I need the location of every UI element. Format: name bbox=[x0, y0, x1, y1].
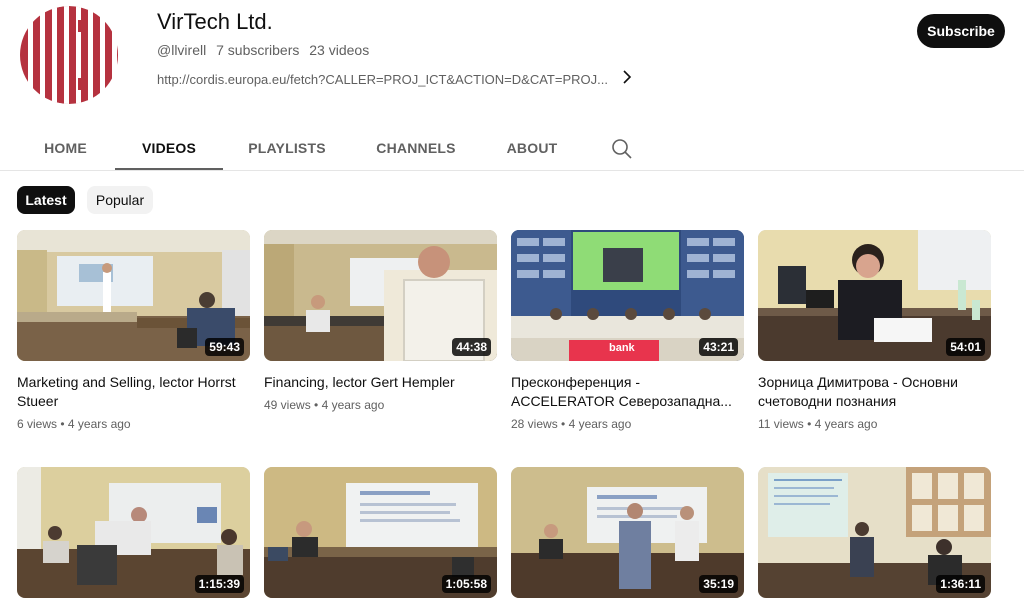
video-meta: 49 views • 4 years ago bbox=[264, 398, 385, 412]
video-thumbnail[interactable]: 54:01 bbox=[758, 230, 991, 361]
tabs-divider bbox=[0, 170, 1024, 171]
video-thumbnail[interactable]: 1:15:39 bbox=[17, 467, 250, 598]
video-title[interactable]: Пресконференция - ACCELERATOR Северозапа… bbox=[511, 373, 744, 411]
video-thumbnail[interactable]: 1:05:58 bbox=[264, 467, 497, 598]
chip-latest[interactable]: Latest bbox=[17, 186, 75, 214]
tab-home[interactable]: HOME bbox=[16, 126, 115, 170]
video-age: 4 years ago bbox=[321, 398, 385, 412]
chevron-right-icon[interactable] bbox=[622, 70, 632, 89]
video-thumbnail[interactable]: 44:38 bbox=[264, 230, 497, 361]
video-card[interactable]: 44:38 Financing, lector Gert Hempler 49 … bbox=[264, 230, 497, 414]
video-card[interactable]: 59:43 Marketing and Selling, lector Horr… bbox=[17, 230, 250, 433]
video-card[interactable]: 1:05:58 bbox=[264, 467, 497, 598]
video-title[interactable]: Зорница Димитрова - Основни счетоводни п… bbox=[758, 373, 991, 411]
video-meta: 6 views • 4 years ago bbox=[17, 417, 131, 431]
subscriber-count: 7 subscribers bbox=[216, 42, 300, 58]
video-views: 28 views bbox=[511, 417, 558, 431]
video-meta: 28 views • 4 years ago bbox=[511, 417, 632, 431]
video-thumbnail[interactable]: 1:36:11 bbox=[758, 467, 991, 598]
video-title[interactable]: Financing, lector Gert Hempler bbox=[264, 373, 497, 392]
channel-meta: @llvirell 7 subscribers 23 videos bbox=[157, 41, 369, 59]
video-age: 4 years ago bbox=[67, 417, 131, 431]
video-duration: 1:05:58 bbox=[441, 575, 491, 593]
video-views: 6 views bbox=[17, 417, 58, 431]
video-age: 4 years ago bbox=[568, 417, 632, 431]
video-title[interactable]: Marketing and Selling, lector Horrst Stu… bbox=[17, 373, 250, 411]
channel-link-text[interactable]: http://cordis.europa.eu/fetch?CALLER=PRO… bbox=[157, 71, 608, 89]
video-duration: 1:36:11 bbox=[936, 575, 985, 593]
video-thumbnail[interactable]: 59:43 bbox=[17, 230, 250, 361]
channel-avatar[interactable] bbox=[18, 6, 120, 104]
tab-playlists[interactable]: PLAYLISTS bbox=[223, 126, 351, 170]
video-duration: 43:21 bbox=[699, 338, 738, 356]
video-card[interactable]: 1:15:39 bbox=[17, 467, 250, 598]
video-card[interactable]: bank 43:21 Пресконференция - ACCELERATOR… bbox=[511, 230, 744, 433]
channel-link[interactable]: http://cordis.europa.eu/fetch?CALLER=PRO… bbox=[157, 70, 632, 89]
video-thumbnail[interactable]: 35:19 bbox=[511, 467, 744, 598]
video-duration: 54:01 bbox=[946, 338, 985, 356]
video-card[interactable]: 35:19 bbox=[511, 467, 744, 598]
tab-channels[interactable]: CHANNELS bbox=[351, 126, 481, 170]
chip-popular[interactable]: Popular bbox=[87, 186, 153, 214]
video-duration: 1:15:39 bbox=[194, 575, 244, 593]
video-views: 11 views bbox=[758, 417, 804, 431]
video-card[interactable]: 1:36:11 bbox=[758, 467, 991, 598]
channel-tabs: HOME VIDEOS PLAYLISTS CHANNELS ABOUT bbox=[16, 126, 583, 170]
search-icon[interactable] bbox=[611, 138, 633, 160]
tab-about[interactable]: ABOUT bbox=[481, 126, 583, 170]
video-duration: 35:19 bbox=[699, 575, 738, 593]
video-meta: 11 views • 4 years ago bbox=[758, 417, 878, 431]
channel-handle: @llvirell bbox=[157, 42, 207, 58]
channel-name: VirTech Ltd. bbox=[157, 9, 273, 34]
tab-videos[interactable]: VIDEOS bbox=[115, 126, 223, 170]
thumbnail-bank-text: bank bbox=[609, 342, 635, 354]
video-thumbnail[interactable]: bank 43:21 bbox=[511, 230, 744, 361]
video-views: 49 views bbox=[264, 398, 311, 412]
video-duration: 44:38 bbox=[452, 338, 491, 356]
video-count: 23 videos bbox=[309, 42, 370, 58]
video-card[interactable]: 54:01 Зорница Димитрова - Основни счетов… bbox=[758, 230, 991, 433]
video-duration: 59:43 bbox=[205, 338, 244, 356]
video-age: 4 years ago bbox=[814, 417, 878, 431]
subscribe-button[interactable]: Subscribe bbox=[917, 14, 1005, 48]
